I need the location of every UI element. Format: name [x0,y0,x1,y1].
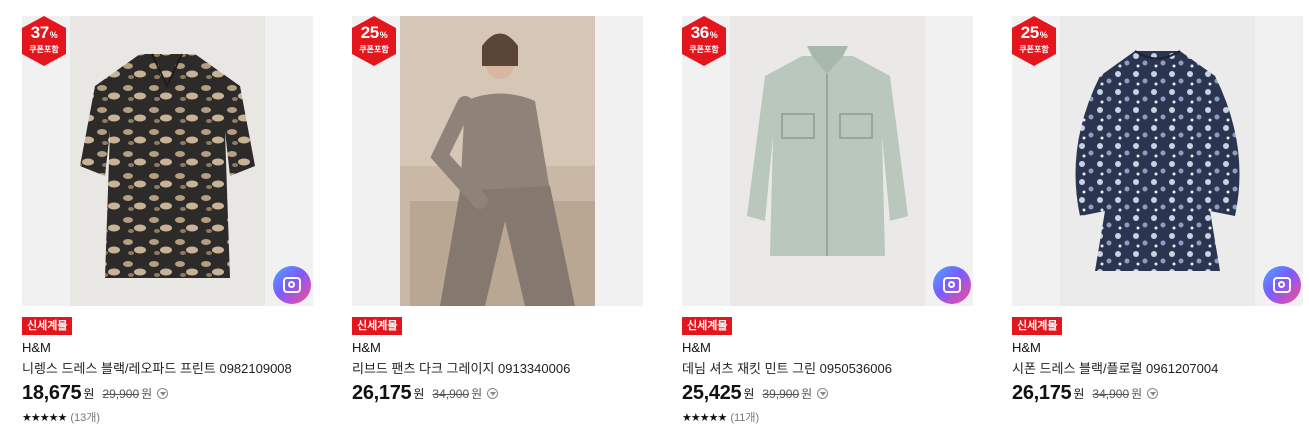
discount-unit: % [1039,30,1048,40]
review-count: (13개) [70,412,100,424]
rating: ★★★★★ (11개) [682,409,759,425]
sale-price: 26,175 [352,382,412,404]
review-count: (11개) [730,412,760,424]
floral-dress-image[interactable] [1060,16,1255,306]
brand-name[interactable]: H&M [682,340,711,355]
store-tag: 신세계몰 [682,317,733,335]
camera-lens-search-icon[interactable] [273,266,311,304]
info-chevron-icon[interactable] [487,388,499,399]
original-price: 29,900 [102,386,140,401]
discount-value: 25 [360,23,379,42]
camera-lens-search-icon[interactable] [933,266,971,304]
brand-name[interactable]: H&M [22,340,51,355]
product-name[interactable]: 리브드 팬츠 다크 그레이지 0913340006 [352,358,570,377]
discount-unit: % [709,30,718,40]
original-price: 39,900 [762,386,800,401]
store-tag: 신세계몰 [1012,317,1063,335]
discount-badge: 25% 쿠폰포함 [1012,16,1056,66]
product-name[interactable]: 데님 셔츠 재킷 민트 그린 0950536006 [682,358,892,377]
store-tag: 신세계몰 [352,317,403,335]
original-price: 34,900 [1092,386,1130,401]
product-name[interactable]: 니렝스 드레스 블랙/레오파드 프린트 0982109008 [22,358,292,377]
original-currency: 원 [141,387,153,401]
product-card[interactable]: 36% 쿠폰포함 신세계몰 H&M 데님 셔츠 재킷 민트 그린 0950536… [682,16,973,436]
product-image-area[interactable]: 37% 쿠폰포함 [22,16,313,306]
original-currency: 원 [471,387,483,401]
sale-price: 25,425 [682,382,742,404]
currency-unit: 원 [743,387,755,401]
info-chevron-icon[interactable] [1147,388,1159,399]
star-rating: ★★★★★ [682,412,727,424]
coupon-label: 쿠폰포함 [29,45,59,54]
product-image-area[interactable]: 25% 쿠폰포함 [1012,16,1303,306]
info-chevron-icon[interactable] [157,388,169,399]
discount-unit: % [49,30,58,40]
leopard-dress-image[interactable] [70,16,265,306]
product-image-area[interactable]: 25% 쿠폰포함 [352,16,643,306]
brand-name[interactable]: H&M [352,340,381,355]
currency-unit: 원 [413,387,425,401]
discount-badge: 37% 쿠폰포함 [22,16,66,66]
coupon-label: 쿠폰포함 [1019,45,1049,54]
coupon-label: 쿠폰포함 [689,45,719,54]
original-price: 34,900 [432,386,470,401]
product-grid: 37% 쿠폰포함 신세계몰 H&M 니렝스 드레스 블랙/레오파드 프린트 09… [0,0,1309,442]
original-currency: 원 [1131,387,1143,401]
discount-badge: 36% 쿠폰포함 [682,16,726,66]
product-card[interactable]: 25% 쿠폰포함 신세계몰 H&M 리브드 팬츠 다크 그레이지 0913340… [352,16,643,436]
rating: ★★★★★ (13개) [22,409,100,425]
mint-shirt-jacket-image[interactable] [730,16,925,306]
model-pants-image[interactable] [400,16,595,306]
discount-value: 37 [30,23,49,42]
sale-price: 26,175 [1012,382,1072,404]
brand-name[interactable]: H&M [1012,340,1041,355]
discount-unit: % [379,30,388,40]
currency-unit: 원 [1073,387,1085,401]
coupon-label: 쿠폰포함 [359,45,389,54]
price-row: 18,675 원 29,900 원 [22,382,169,405]
store-tag: 신세계몰 [22,317,73,335]
discount-value: 36 [690,23,709,42]
product-image-area[interactable]: 36% 쿠폰포함 [682,16,973,306]
price-row: 25,425 원 39,900 원 [682,382,829,405]
currency-unit: 원 [83,387,95,401]
product-card[interactable]: 37% 쿠폰포함 신세계몰 H&M 니렝스 드레스 블랙/레오파드 프린트 09… [22,16,313,436]
price-row: 26,175 원 34,900 원 [352,382,499,405]
discount-badge: 25% 쿠폰포함 [352,16,396,66]
star-rating: ★★★★★ [22,412,67,424]
product-name[interactable]: 시폰 드레스 블랙/플로럴 0961207004 [1012,358,1218,377]
product-card[interactable]: 25% 쿠폰포함 신세계몰 H&M 시폰 드레스 블랙/플로럴 09612070… [1012,16,1303,436]
discount-value: 25 [1020,23,1039,42]
price-row: 26,175 원 34,900 원 [1012,382,1159,405]
info-chevron-icon[interactable] [817,388,829,399]
sale-price: 18,675 [22,382,82,404]
camera-lens-search-icon[interactable] [1263,266,1301,304]
original-currency: 원 [801,387,813,401]
